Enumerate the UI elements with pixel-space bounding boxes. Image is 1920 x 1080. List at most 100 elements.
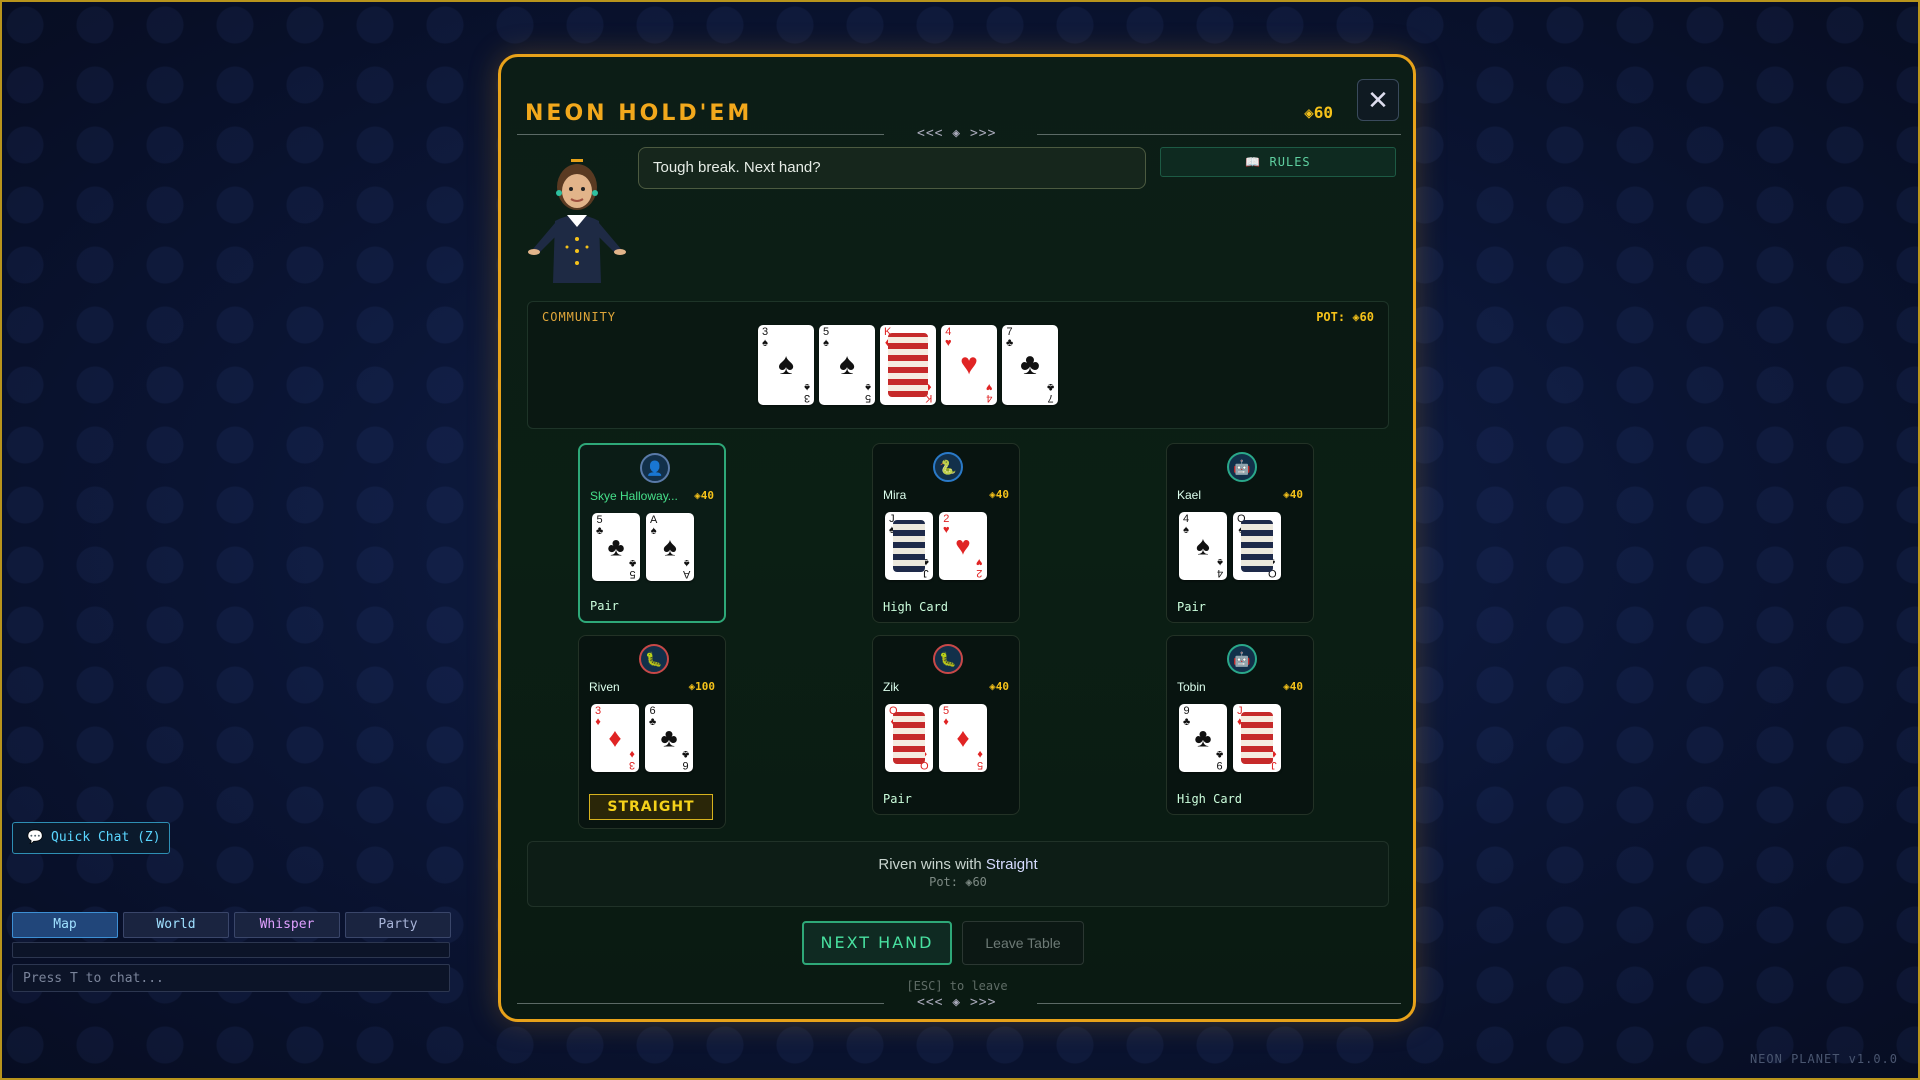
card-suit: ♠ [778, 348, 794, 381]
hole-card: 5 ♦ 5 ♦ ♦ [939, 704, 987, 772]
user-icon: 👤 [640, 453, 670, 483]
card-rank-inverted: 7 ♣ [1046, 381, 1054, 404]
robot-icon: 🤖 [1227, 452, 1257, 482]
hole-card: 3 ♦ 3 ♦ ♦ [591, 704, 639, 772]
next-hand-button[interactable]: NEXT HAND [802, 921, 952, 965]
face-card-art [888, 333, 928, 397]
player-chips: ◈40 [694, 489, 714, 502]
game-title: NEON HOLD'EM [525, 101, 753, 126]
hole-card: J ♦ J ♦ [1233, 704, 1281, 772]
card-rank: 3 ♠ [762, 326, 769, 349]
card-suit: ♥ [960, 348, 978, 381]
header-divider-right [1037, 134, 1401, 135]
footer-divider-right [1037, 1003, 1401, 1004]
rules-label: RULES [1269, 155, 1311, 169]
card-suit: ♠ [839, 348, 855, 381]
player-seat: 🐛 Riven ◈100 3 ♦ 3 ♦ ♦ 6 ♣ 6 ♣ ♣ STRAIGHT [578, 635, 726, 829]
snake-icon: 🐍 [933, 452, 963, 482]
header-divider-left [517, 134, 884, 135]
card-suit: ♠ [663, 531, 677, 562]
player-chips: ◈40 [1283, 680, 1303, 693]
hole-card: 6 ♣ 6 ♣ ♣ [645, 704, 693, 772]
face-card-art [1241, 520, 1273, 572]
community-label: COMMUNITY [542, 310, 617, 324]
hole-card: Q♠Q♠ [1233, 512, 1281, 580]
card-rank: 4 ♥ [945, 326, 952, 349]
chat-bubble-icon: 💬 [27, 830, 44, 845]
card-rank: 7 ♣ [1006, 326, 1014, 349]
hole-card: J ♠ J ♠ [885, 512, 933, 580]
hand-rank: Pair [883, 792, 912, 806]
face-card-art [893, 520, 925, 572]
poker-modal: NEON HOLD'EM ◈60 ✕ <<< ◈ >>> Tough break… [498, 54, 1416, 1022]
hand-rank: Pair [1177, 600, 1206, 614]
card-suit: ♣ [1194, 722, 1212, 753]
worm-icon: 🐛 [639, 644, 669, 674]
player-seat: 🤖 Kael ◈40 4♠4♠♠Q♠Q♠ Pair [1166, 443, 1314, 623]
player-name: Skye Halloway... [590, 489, 678, 503]
hole-card: Q♦Q♦ [885, 704, 933, 772]
community-card: 5 ♠ 5 ♠ ♠ [819, 325, 875, 405]
hand-rank: High Card [1177, 792, 1243, 806]
card-suit: ♣ [660, 722, 678, 753]
pot-amount: POT: ◈60 [1316, 310, 1374, 324]
player-seat: 🤖 Tobin ◈40 9 ♣ 9 ♣ ♣ J ♦ J ♦ High Card [1166, 635, 1314, 815]
hole-card: 4 ♠ 4 ♠ ♠ [1179, 512, 1227, 580]
close-icon: ✕ [1367, 85, 1389, 115]
community-card: 7 ♣ 7 ♣ ♣ [1002, 325, 1058, 405]
result-pot: Pot: ◈60 [929, 875, 987, 889]
chat-tab-world[interactable]: World [123, 912, 229, 938]
dealer-avatar [528, 159, 626, 283]
community-area: COMMUNITY POT: ◈60 3♠ 3♠ ♠ 5♠ 5♠ ♠ K♦K♦ 4♥ 4♥ ♥ 7♣… [527, 301, 1389, 429]
player-name: Zik [883, 680, 899, 694]
result-text: Riven wins with Straight [528, 856, 1388, 873]
card-suit: ♣ [1020, 348, 1040, 381]
player-seat: 👤 Skye Halloway... ◈40 5 ♣ 5 ♣ ♣ A ♠ A ♠ ♠ Pair [578, 443, 726, 623]
player-chips: ◈40 [989, 680, 1009, 693]
player-name: Tobin [1177, 680, 1206, 694]
esc-hint: [ESC] to leave [906, 979, 1008, 993]
chat-tab-whisper[interactable]: Whisper [234, 912, 340, 938]
hand-rank: High Card [883, 600, 949, 614]
card-suit: ♦ [956, 722, 970, 753]
card-rank-inverted: 4 ♥ [986, 381, 993, 404]
player-name: Kael [1177, 488, 1202, 502]
face-card-art [1241, 712, 1273, 764]
card-suit: ♠ [1196, 530, 1210, 561]
card-suit: ♦ [608, 722, 622, 753]
face-card-art [893, 712, 925, 764]
player-name: Riven [589, 680, 620, 694]
card-rank-inverted: 5 ♠ [864, 381, 871, 404]
card-rank: 5 ♠ [823, 326, 830, 349]
chat-input[interactable]: Press T to chat... [12, 964, 450, 992]
card-suit: ♥ [955, 530, 971, 561]
hole-card: 9 ♣ 9 ♣ ♣ [1179, 704, 1227, 772]
dealer-speech-bubble: Tough break. Next hand? [638, 147, 1146, 189]
hole-card: 2 ♥ 2 ♥ ♥ [939, 512, 987, 580]
player-seat: 🐛 Zik ◈40 Q♦Q♦5♦5♦♦ Pair [872, 635, 1020, 815]
community-card: 3 ♠ 3 ♠ ♠ [758, 325, 814, 405]
hole-card: A ♠ A ♠ ♠ [646, 513, 694, 581]
leave-table-button[interactable]: Leave Table [962, 921, 1084, 965]
result-panel: Riven wins with Straight Pot: ◈60 [527, 841, 1389, 907]
card-rank-inverted: 3 ♠ [803, 381, 810, 404]
footer-ornament: <<< ◈ >>> [917, 995, 997, 1010]
winning-hand-badge: STRAIGHT [589, 794, 713, 820]
robot-icon: 🤖 [1227, 644, 1257, 674]
player-seat: 🐍 Mira ◈40 J ♠ J ♠ 2 ♥ 2 ♥ ♥ High Card [872, 443, 1020, 623]
rules-button[interactable]: 📖 RULES [1160, 147, 1396, 177]
chat-tab-map[interactable]: Map [12, 912, 118, 938]
chat-tab-party[interactable]: Party [345, 912, 451, 938]
player-chips: ◈100 [688, 680, 716, 693]
player-coins: ◈60 [1304, 103, 1333, 122]
worm-icon: 🐛 [933, 644, 963, 674]
footer-divider-left [517, 1003, 884, 1004]
community-card: K♦K♦ [880, 325, 936, 405]
header-ornament: <<< ◈ >>> [917, 126, 997, 141]
result-prefix: Riven wins with [878, 856, 986, 873]
close-button[interactable]: ✕ [1357, 79, 1399, 121]
player-chips: ◈40 [1283, 488, 1303, 501]
quick-chat-button[interactable]: 💬 Quick Chat (Z) [12, 822, 170, 854]
player-name: Mira [883, 488, 907, 502]
hole-card: 5 ♣ 5 ♣ ♣ [592, 513, 640, 581]
